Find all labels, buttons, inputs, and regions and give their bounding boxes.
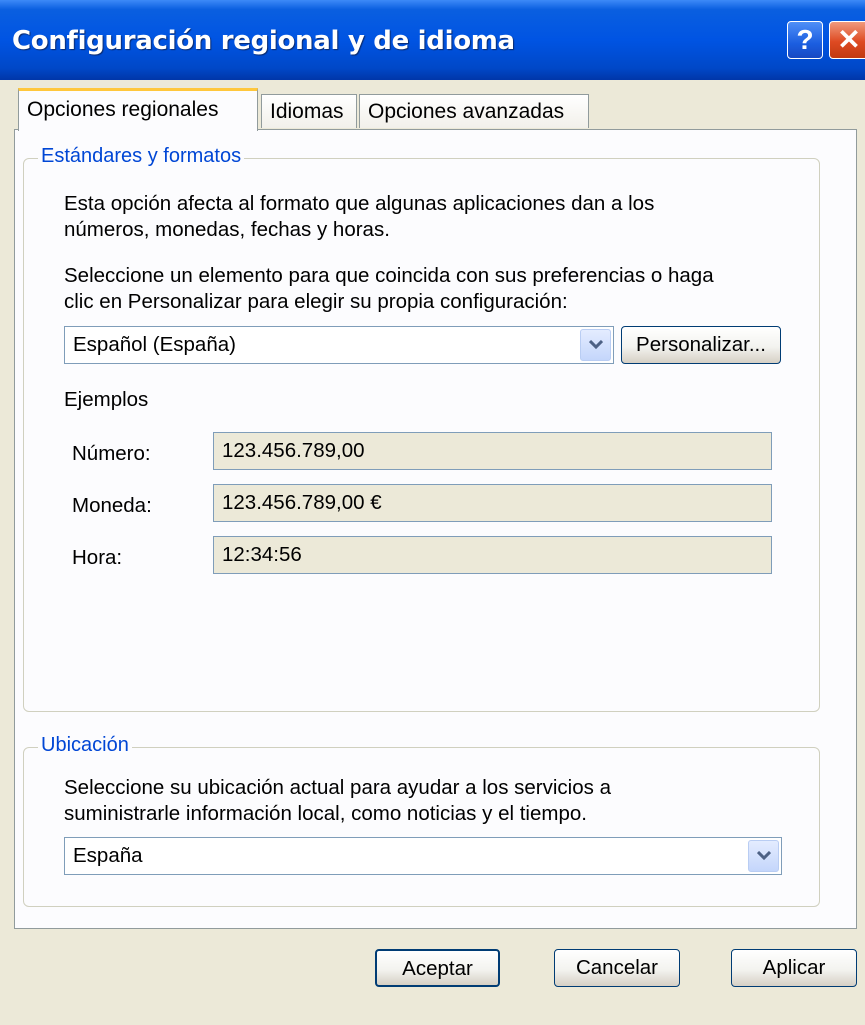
location-legend: Ubicación (38, 734, 132, 757)
currency-example-field: 123.456.789,00 € (213, 484, 772, 522)
select-instruction-line2: clic en Personalizar para elegir su prop… (64, 290, 568, 313)
location-group: Ubicación Seleccione su ubicación actual… (23, 734, 820, 907)
ok-button[interactable]: Aceptar (375, 949, 500, 987)
tab-opciones-regionales[interactable]: Opciones regionales (18, 88, 258, 131)
examples-label: Ejemplos (64, 388, 149, 411)
customize-button[interactable]: Personalizar... (621, 326, 781, 364)
number-example-field: 123.456.789,00 (213, 432, 772, 470)
ok-button-label: Aceptar (402, 957, 473, 980)
location-description-line2: suministrarle información local, como no… (64, 802, 587, 825)
tab-opciones-avanzadas[interactable]: Opciones avanzadas (359, 94, 589, 128)
cancel-button-label: Cancelar (575, 956, 659, 979)
tab-label: Idiomas (270, 100, 344, 123)
tab-panel: Estándares y formatos Esta opción afecta… (14, 129, 857, 929)
location-description-line1: Seleccione su ubicación actual para ayud… (64, 776, 611, 799)
help-icon: ? (796, 24, 814, 55)
time-example-field: 12:34:56 (213, 536, 772, 574)
locale-select-value: Español (España) (73, 333, 236, 356)
standards-description-line2: números, monedas, fechas y horas. (64, 218, 390, 241)
number-label: Número: (72, 442, 151, 465)
time-label: Hora: (72, 546, 123, 569)
tab-idiomas[interactable]: Idiomas (261, 94, 357, 128)
close-button[interactable]: ✕ (829, 21, 865, 59)
window-title: Configuración regional y de idioma (12, 26, 515, 56)
apply-button[interactable]: Aplicar (731, 949, 857, 987)
standards-legend: Estándares y formatos (38, 145, 245, 168)
help-button[interactable]: ? (787, 21, 823, 59)
tab-label: Opciones regionales (27, 98, 219, 121)
select-instruction-line1: Seleccione un elemento para que coincida… (64, 264, 714, 287)
chevron-down-icon[interactable] (748, 840, 779, 872)
close-icon: ✕ (837, 24, 861, 55)
chevron-down-icon[interactable] (580, 329, 611, 361)
standards-description-line1: Esta opción afecta al formato que alguna… (64, 192, 655, 215)
title-bar[interactable]: Configuración regional y de idioma ? ✕ (0, 0, 865, 80)
customize-button-label: Personalizar... (636, 333, 766, 356)
apply-button-label: Aplicar (762, 956, 826, 979)
standards-group: Estándares y formatos Esta opción afecta… (23, 145, 820, 712)
tab-label: Opciones avanzadas (368, 100, 565, 123)
currency-label: Moneda: (72, 494, 152, 517)
location-select[interactable]: España (64, 837, 782, 875)
location-select-value: España (73, 844, 143, 867)
cancel-button[interactable]: Cancelar (554, 949, 680, 987)
locale-select[interactable]: Español (España) (64, 326, 614, 364)
